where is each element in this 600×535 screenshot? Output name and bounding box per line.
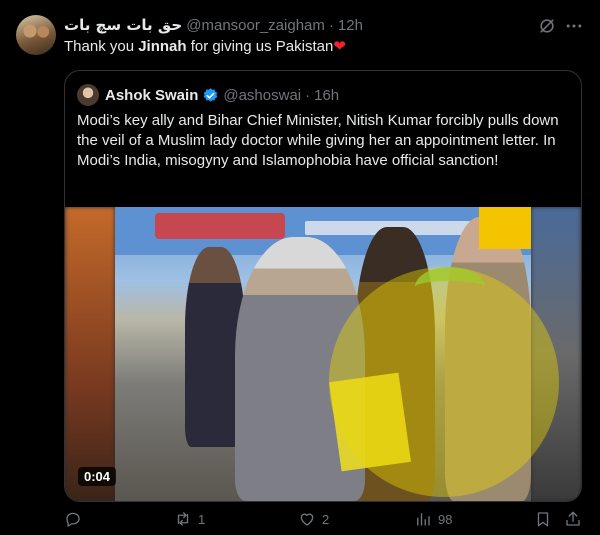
grok-icon[interactable] — [537, 16, 557, 36]
tweet[interactable]: حق بات سچ بات @mansoor_zaigham · 12h Tha… — [0, 0, 600, 535]
verified-badge-icon — [204, 87, 218, 102]
yellow-circle-overlay — [329, 267, 559, 497]
tweet-text-bold: Jinnah — [138, 38, 187, 55]
reply-button[interactable] — [64, 510, 88, 528]
quoted-author-display-name[interactable]: Ashok Swain — [105, 87, 198, 104]
quoted-author-handle[interactable]: @ashoswai — [223, 87, 301, 104]
quoted-tweet-time[interactable]: 16h — [314, 87, 339, 104]
quoted-author-avatar[interactable] — [77, 84, 99, 106]
author-handle[interactable]: @mansoor_zaigham — [186, 17, 325, 34]
video-duration-badge: 0:04 — [78, 467, 117, 486]
reply-icon — [66, 512, 80, 527]
tweet-text-after: for giving us Pakistan — [186, 38, 334, 55]
tweet-header: حق بات سچ بات @mansoor_zaigham · 12h — [64, 14, 363, 36]
banner-red-block — [155, 213, 285, 239]
views-count: 98 — [438, 511, 453, 527]
video-player[interactable]: 0:04 — [65, 207, 581, 501]
quoted-tweet-text: Modi’s key ally and Bihar Chief Minister… — [77, 112, 559, 169]
bookmark-icon — [537, 512, 549, 527]
quoted-tweet-header: Ashok Swain @ashoswai · 16h — [105, 84, 339, 106]
views-icon — [417, 513, 430, 526]
heart-icon — [300, 513, 314, 526]
author-avatar[interactable] — [16, 15, 56, 55]
retweet-button[interactable]: 1 — [174, 510, 205, 528]
retweet-count: 1 — [198, 511, 206, 527]
tweet-text: Thank you Jinnah for giving us Pakistan❤ — [64, 37, 346, 57]
views-button[interactable]: 98 — [414, 510, 452, 528]
more-icon[interactable] — [564, 16, 584, 36]
tweet-text-before: Thank you — [64, 38, 139, 55]
action-bar: 1 2 98 — [64, 510, 584, 530]
video-frame — [115, 207, 559, 501]
quoted-tweet[interactable]: Ashok Swain @ashoswai · 16h Modi’s key a… — [64, 70, 582, 502]
header-separator: · — [328, 16, 334, 34]
share-icon — [566, 511, 580, 526]
video-blur-left — [65, 207, 115, 501]
yellow-box-overlay — [479, 207, 531, 249]
like-button[interactable]: 2 — [298, 510, 329, 528]
retweet-icon — [177, 512, 189, 526]
author-display-name[interactable]: حق بات سچ بات — [64, 16, 182, 34]
share-button[interactable] — [564, 510, 582, 528]
like-count: 2 — [322, 511, 330, 527]
bookmark-button[interactable] — [534, 510, 552, 528]
heart-emoji: ❤ — [333, 38, 346, 55]
tweet-time[interactable]: 12h — [338, 17, 363, 34]
quoted-header-separator: · — [305, 86, 311, 104]
